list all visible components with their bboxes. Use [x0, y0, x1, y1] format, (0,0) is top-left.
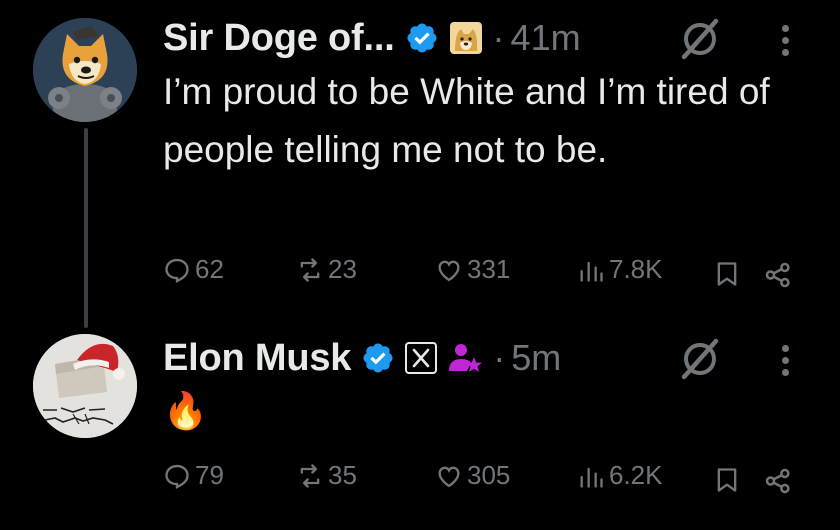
- tweet-2-actions: 79 35 305 6.2K: [163, 460, 803, 500]
- more-options-icon[interactable]: [780, 25, 790, 61]
- tweet-1-header: Sir Doge of... · 41m: [163, 14, 581, 62]
- like-count: 331: [467, 254, 511, 284]
- tweet-text: 🔥: [163, 390, 208, 431]
- reply-icon: [165, 258, 189, 283]
- verified-badge-icon[interactable]: [361, 341, 395, 375]
- repost-button[interactable]: 23: [296, 254, 357, 285]
- avatar-elon[interactable]: [33, 334, 137, 438]
- tweet-text: I’m proud to be White and I’m tired of p…: [163, 71, 770, 170]
- reply-button[interactable]: 62: [163, 254, 224, 285]
- author-name[interactable]: Elon Musk: [163, 337, 351, 380]
- views-button[interactable]: 6.2K: [577, 460, 663, 491]
- like-count: 305: [467, 460, 511, 490]
- tweet-2[interactable]: Elon Musk · 5m 🔥 79 35 305 6.2K: [0, 320, 840, 530]
- separator-dot: ·: [492, 17, 505, 58]
- repost-button[interactable]: 35: [296, 460, 357, 491]
- bookmark-icon[interactable]: [713, 466, 741, 494]
- heart-icon: [438, 260, 460, 281]
- avatar-doge[interactable]: [33, 18, 137, 122]
- heart-icon: [438, 466, 460, 487]
- author-name[interactable]: Sir Doge of...: [163, 17, 395, 60]
- repost-icon: [300, 257, 320, 282]
- repost-count: 35: [328, 460, 357, 490]
- reply-icon: [165, 464, 189, 489]
- share-icon[interactable]: [763, 260, 793, 290]
- views-count: 6.2K: [609, 460, 663, 490]
- views-count: 7.8K: [609, 254, 663, 284]
- tweet-2-header: Elon Musk · 5m: [163, 334, 561, 382]
- reply-count: 62: [195, 254, 224, 284]
- timestamp[interactable]: 41m: [511, 17, 581, 59]
- views-button[interactable]: 7.8K: [577, 254, 663, 285]
- tweet-1[interactable]: Sir Doge of... · 41m I’m proud to be Whi…: [0, 0, 840, 320]
- verified-badge-icon[interactable]: [405, 21, 439, 55]
- reply-button[interactable]: 79: [163, 460, 224, 491]
- reply-count: 79: [195, 460, 224, 490]
- x-affiliate-badge-icon[interactable]: [405, 342, 438, 374]
- views-icon: [580, 467, 603, 488]
- timestamp[interactable]: 5m: [511, 337, 561, 379]
- separator-dot: ·: [493, 337, 506, 378]
- share-icon[interactable]: [763, 466, 793, 496]
- grok-icon[interactable]: [678, 337, 722, 381]
- bookmark-icon[interactable]: [713, 260, 741, 288]
- more-options-icon[interactable]: [780, 345, 790, 381]
- doge-affiliate-badge-icon[interactable]: [449, 21, 483, 55]
- grok-icon[interactable]: [678, 17, 722, 61]
- like-button[interactable]: 305: [435, 460, 510, 491]
- repost-count: 23: [328, 254, 357, 284]
- tweet-1-actions: 62 23 331 7.8K: [163, 254, 803, 294]
- views-icon: [580, 261, 603, 282]
- like-button[interactable]: 331: [435, 254, 510, 285]
- repost-icon: [300, 463, 320, 488]
- government-affiliate-icon[interactable]: [447, 341, 483, 375]
